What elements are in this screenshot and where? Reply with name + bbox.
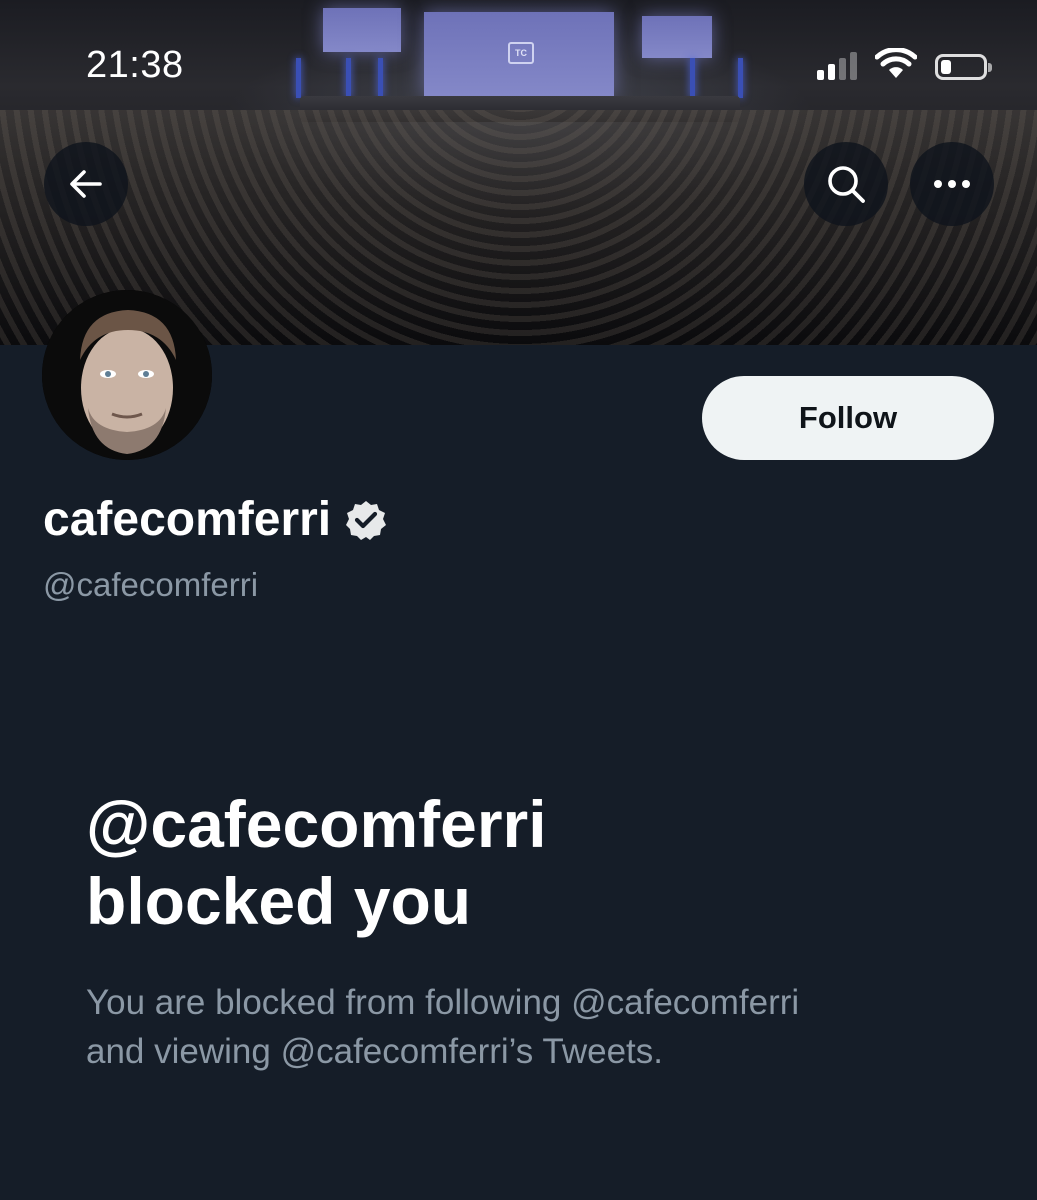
blocked-description-line2: and viewing @cafecomferri’s Tweets. [86,1032,663,1071]
display-name-text: cafecomferri [43,493,332,546]
stage-light [378,58,383,98]
stage-light [690,58,695,98]
follow-button[interactable]: Follow [702,376,994,460]
blocked-description-line1: You are blocked from following @cafecomf… [86,983,800,1022]
battery-level [941,60,951,74]
banner-screen-main: TC [424,12,614,96]
blocked-title: @cafecomferri blocked you [86,786,986,940]
blocked-title-line1: @cafecomferri [86,787,547,861]
arrow-left-icon [70,170,102,198]
stage-light [296,58,301,98]
banner-screen-logo: TC [508,42,534,64]
verified-badge-icon[interactable] [345,499,387,541]
status-icons [817,48,992,80]
cellular-signal-icon [817,50,857,80]
more-options-button[interactable] [910,142,994,226]
banner-screen-right [642,16,712,58]
display-name: cafecomferri [43,492,387,547]
avatar-photo [42,290,212,460]
banner-screen-left [323,8,401,52]
blocked-description: You are blocked from following @cafecomf… [86,978,966,1076]
status-time: 21:38 [86,44,184,86]
stage-light [738,58,743,98]
avatar[interactable] [42,290,212,460]
search-button[interactable] [804,142,888,226]
blocked-title-line2: blocked you [86,864,472,938]
battery-icon [935,54,992,80]
profile-handle: @cafecomferri [43,566,259,603]
wifi-icon [875,48,917,78]
more-horizontal-icon [934,180,970,188]
search-icon [828,166,865,203]
back-button[interactable] [44,142,128,226]
stage-light [346,58,351,98]
